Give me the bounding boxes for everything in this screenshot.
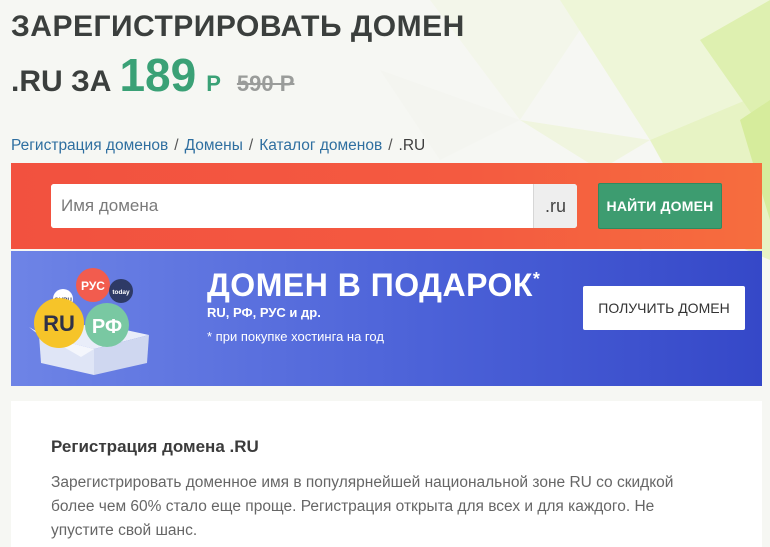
bubble-ru: RU	[43, 311, 75, 336]
bubble-today: today	[112, 289, 130, 296]
bubble-rus: РУС	[81, 279, 105, 293]
breadcrumb-link-domain-registration[interactable]: Регистрация доменов	[11, 137, 168, 155]
info-title: Регистрация домена .RU	[51, 437, 259, 456]
breadcrumb-separator: /	[388, 137, 393, 154]
breadcrumb-separator: /	[174, 137, 179, 154]
promo-title-asterisk: *	[532, 269, 541, 289]
get-domain-button[interactable]: ПОЛУЧИТЬ ДОМЕН	[583, 286, 745, 330]
promo-zones: RU, РФ, РУС и др.	[207, 305, 321, 320]
price-value: 189	[119, 49, 197, 101]
gift-box-illustration: GURU РУС today RU РФ	[29, 265, 159, 375]
promo-title-text: ДОМЕН В ПОДАРОК	[207, 267, 533, 303]
price-prefix: .RU ЗА	[11, 65, 112, 98]
bubble-rf: РФ	[92, 316, 122, 338]
find-domain-button[interactable]: НАЙТИ ДОМЕН	[598, 183, 722, 229]
domain-search-panel: .ru НАЙТИ ДОМЕН	[11, 163, 762, 249]
price-line: .RU ЗА 189 Р 590 Р	[11, 52, 294, 99]
breadcrumb: Регистрация доменов / Домены / Каталог д…	[11, 137, 425, 155]
info-text: Зарегистрировать доменное имя в популярн…	[51, 474, 674, 539]
price-currency: Р	[206, 71, 221, 96]
gift-domain-banner: GURU РУС today RU РФ ДОМЕН В ПОДАРОК* RU…	[11, 251, 762, 386]
hero-section: ЗАРЕГИСТРИРОВАТЬ ДОМЕН	[11, 8, 465, 46]
breadcrumb-separator: /	[248, 137, 254, 154]
breadcrumb-link-domains[interactable]: Домены	[185, 137, 243, 155]
domain-zone-label: .ru	[533, 184, 577, 228]
promo-title: ДОМЕН В ПОДАРОК*	[207, 265, 540, 305]
info-card: Регистрация домена .RU Зарегистрировать …	[11, 401, 762, 547]
promo-footnote: * при покупке хостинга на год	[207, 329, 384, 344]
domain-search-box: .ru	[51, 184, 577, 228]
breadcrumb-current: .RU	[398, 137, 426, 154]
domain-name-input[interactable]	[51, 184, 533, 228]
breadcrumb-link-domain-catalog[interactable]: Каталог доменов	[259, 137, 382, 155]
page-title: ЗАРЕГИСТРИРОВАТЬ ДОМЕН	[11, 10, 465, 43]
old-price: 590 Р	[236, 71, 295, 96]
